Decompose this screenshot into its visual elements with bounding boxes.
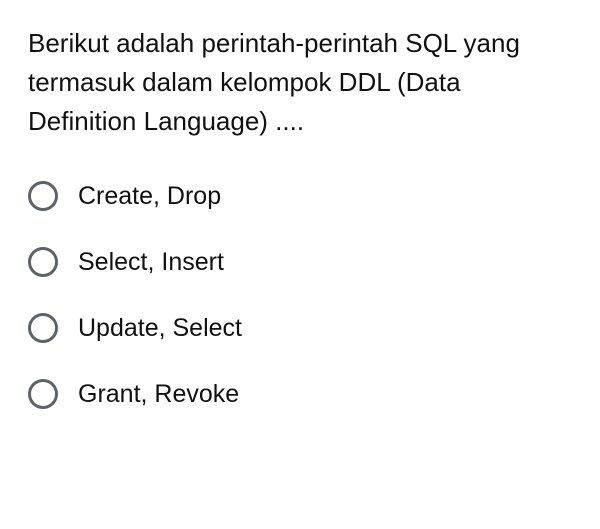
option-2[interactable]: Update, Select	[28, 313, 572, 343]
radio-icon	[28, 181, 58, 211]
question-text: Berikut adalah perintah-perintah SQL yan…	[28, 24, 572, 141]
option-1[interactable]: Select, Insert	[28, 247, 572, 277]
option-label: Select, Insert	[78, 248, 224, 277]
options-list: Create, Drop Select, Insert Update, Sele…	[28, 181, 572, 409]
radio-icon	[28, 313, 58, 343]
option-label: Create, Drop	[78, 182, 221, 211]
option-label: Update, Select	[78, 314, 242, 343]
option-0[interactable]: Create, Drop	[28, 181, 572, 211]
option-label: Grant, Revoke	[78, 380, 239, 409]
radio-icon	[28, 379, 58, 409]
option-3[interactable]: Grant, Revoke	[28, 379, 572, 409]
radio-icon	[28, 247, 58, 277]
